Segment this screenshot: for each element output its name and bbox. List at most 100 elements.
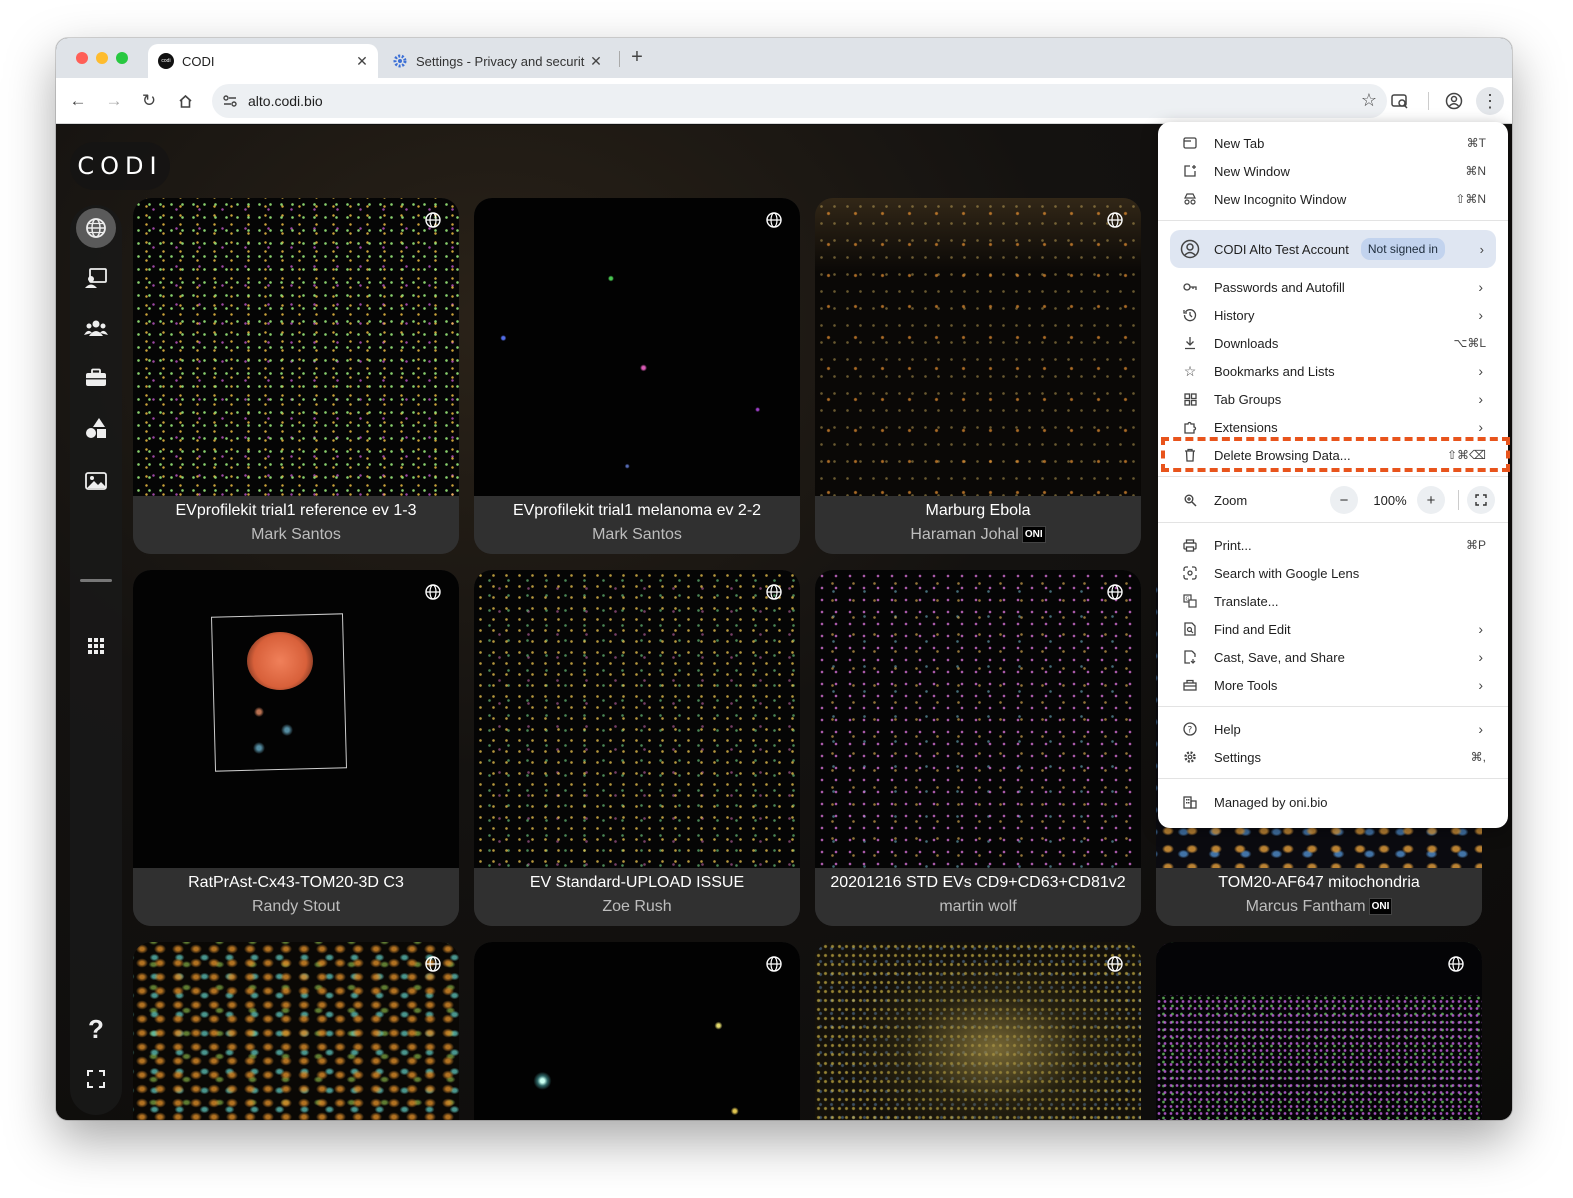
account-avatar-icon [1180, 239, 1200, 259]
menu-item-label: Passwords and Autofill [1214, 279, 1345, 295]
fullscreen-button[interactable] [1467, 486, 1495, 514]
menu-item-zoom: Zoom − 100% + [1158, 486, 1508, 514]
menu-item-help[interactable]: ? Help › [1158, 715, 1508, 743]
address-bar[interactable]: alto.codi.bio ☆ [212, 84, 1387, 118]
fullscreen-icon [1475, 494, 1487, 506]
shapes-nav-button[interactable] [76, 408, 116, 448]
dataset-card[interactable]: EVprofilekit trial1 melanoma ev 2-2 Mark… [474, 198, 800, 554]
maximize-window-button[interactable] [116, 52, 128, 64]
codi-logo[interactable]: CODI [70, 142, 170, 190]
tab-title: CODI [182, 53, 215, 69]
menu-item-label: Delete Browsing Data... [1214, 447, 1351, 463]
chevron-right-icon: › [1479, 241, 1484, 257]
zoom-out-button[interactable]: − [1330, 486, 1358, 514]
menu-item-downloads[interactable]: Downloads ⌥⌘L [1158, 329, 1508, 357]
dataset-card[interactable] [474, 942, 800, 1120]
dataset-card[interactable]: EVprofilekit trial1 reference ev 1-3 Mar… [133, 198, 459, 554]
menu-item-managed[interactable]: Managed by oni.bio [1158, 788, 1508, 816]
images-nav-button[interactable] [76, 461, 116, 501]
presenter-nav-button[interactable] [76, 258, 116, 298]
dataset-card[interactable] [1156, 942, 1482, 1120]
card-caption: EVprofilekit trial1 reference ev 1-3 Mar… [133, 496, 459, 554]
site-info-icon[interactable] [222, 94, 238, 113]
menu-item-new-incognito[interactable]: New Incognito Window ⇧⌘N [1158, 185, 1508, 213]
apps-nav-button[interactable] [76, 626, 116, 666]
menu-item-extensions[interactable]: Extensions › [1158, 413, 1508, 441]
dataset-card[interactable] [815, 942, 1141, 1120]
chrome-menu-button[interactable]: ⋮ [1476, 87, 1504, 115]
dataset-card[interactable]: RatPrAst-Cx43-TOM20-3D C3 Randy Stout [133, 570, 459, 926]
tab-settings[interactable]: Settings - Privacy and securit ✕ [382, 44, 612, 78]
groups-nav-button[interactable] [76, 308, 116, 348]
close-tab-icon[interactable]: ✕ [352, 53, 372, 70]
menu-item-settings[interactable]: Settings ⌘, [1158, 743, 1508, 771]
card-author: Marcus Fantham ONI [1156, 898, 1482, 916]
menu-item-passwords[interactable]: Passwords and Autofill › [1158, 273, 1508, 301]
reload-button[interactable]: ↻ [135, 87, 163, 115]
card-author: Mark Santos [251, 526, 341, 543]
menu-item-find-edit[interactable]: Find and Edit › [1158, 615, 1508, 643]
public-globe-icon [766, 956, 782, 972]
find-in-page-icon [1183, 622, 1197, 636]
public-globe-icon [1448, 956, 1464, 972]
menu-item-delete-browsing-data[interactable]: Delete Browsing Data... ⇧⌘⌫ [1158, 441, 1508, 469]
menu-item-new-window[interactable]: New Window ⌘N [1158, 157, 1508, 185]
zoom-in-button[interactable]: + [1417, 486, 1445, 514]
menu-item-label: Search with Google Lens [1214, 565, 1360, 581]
card-title: EVprofilekit trial1 reference ev 1-3 [175, 502, 417, 519]
card-thumbnail [474, 942, 800, 1120]
chevron-right-icon: › [1478, 621, 1483, 637]
card-caption: 20201216 STD EVs CD9+CD63+CD81v2 martin … [815, 868, 1141, 926]
dataset-card[interactable]: Marburg Ebola Haraman Johal ONI [815, 198, 1141, 554]
card-title: Marburg Ebola [925, 502, 1031, 519]
card-thumbnail [133, 198, 459, 496]
home-button[interactable] [171, 87, 199, 115]
dataset-card[interactable] [133, 942, 459, 1120]
grid-icon [88, 638, 104, 654]
minimize-window-button[interactable] [96, 52, 108, 64]
menu-item-print[interactable]: Print... ⌘P [1158, 531, 1508, 559]
back-button[interactable]: ← [64, 87, 92, 115]
new-window-icon [1183, 164, 1197, 178]
briefcase-nav-button[interactable] [76, 358, 116, 398]
new-tab-button[interactable]: + [626, 46, 648, 70]
menu-item-label: New Incognito Window [1214, 191, 1347, 207]
dataset-card[interactable]: EV Standard-UPLOAD ISSUE Zoe Rush [474, 570, 800, 926]
menu-item-history[interactable]: History › [1158, 301, 1508, 329]
bookmark-star-icon[interactable]: ☆ [1361, 90, 1377, 111]
browser-window: codi CODI ✕ Settings - Privacy and secur… [56, 38, 1512, 1120]
fullscreen-button[interactable] [76, 1059, 116, 1099]
profile-button[interactable] [1440, 87, 1468, 115]
card-author: martin wolf [939, 898, 1017, 915]
globe-icon [86, 218, 106, 238]
menu-item-account[interactable]: CODI Alto Test Account Not signed in › [1170, 230, 1496, 268]
forward-button[interactable]: → [100, 87, 128, 115]
help-button[interactable]: ? [76, 1009, 116, 1049]
menu-item-shortcut: ⌘N [1465, 164, 1486, 178]
close-window-button[interactable] [76, 52, 88, 64]
menu-item-shortcut: ⌥⌘L [1453, 336, 1486, 350]
trash-icon [1183, 448, 1197, 462]
sidebar-divider [80, 579, 112, 582]
menu-item-more-tools[interactable]: More Tools › [1158, 671, 1508, 699]
menu-separator [1158, 476, 1508, 477]
menu-separator [1158, 220, 1508, 221]
close-tab-icon[interactable]: ✕ [586, 53, 606, 70]
chevron-right-icon: › [1478, 363, 1483, 379]
cell-structure [238, 700, 308, 760]
menu-item-label: Bookmarks and Lists [1214, 363, 1335, 379]
lens-tab-search-button[interactable] [1386, 87, 1414, 115]
public-globe-icon [1107, 212, 1123, 228]
dataset-card[interactable]: 20201216 STD EVs CD9+CD63+CD81v2 martin … [815, 570, 1141, 926]
public-globe-icon [1107, 956, 1123, 972]
tab-codi[interactable]: codi CODI ✕ [148, 44, 378, 78]
menu-item-bookmarks[interactable]: ☆ Bookmarks and Lists › [1158, 357, 1508, 385]
menu-item-new-tab[interactable]: New Tab ⌘T [1158, 129, 1508, 157]
globe-nav-button[interactable] [76, 208, 116, 248]
menu-item-cast-save-share[interactable]: Cast, Save, and Share › [1158, 643, 1508, 671]
svg-text:G: G [1186, 597, 1190, 603]
menu-item-tab-groups[interactable]: Tab Groups › [1158, 385, 1508, 413]
menu-item-google-lens[interactable]: Search with Google Lens [1158, 559, 1508, 587]
menu-item-shortcut: ⇧⌘N [1455, 192, 1486, 206]
menu-item-translate[interactable]: G Translate... [1158, 587, 1508, 615]
